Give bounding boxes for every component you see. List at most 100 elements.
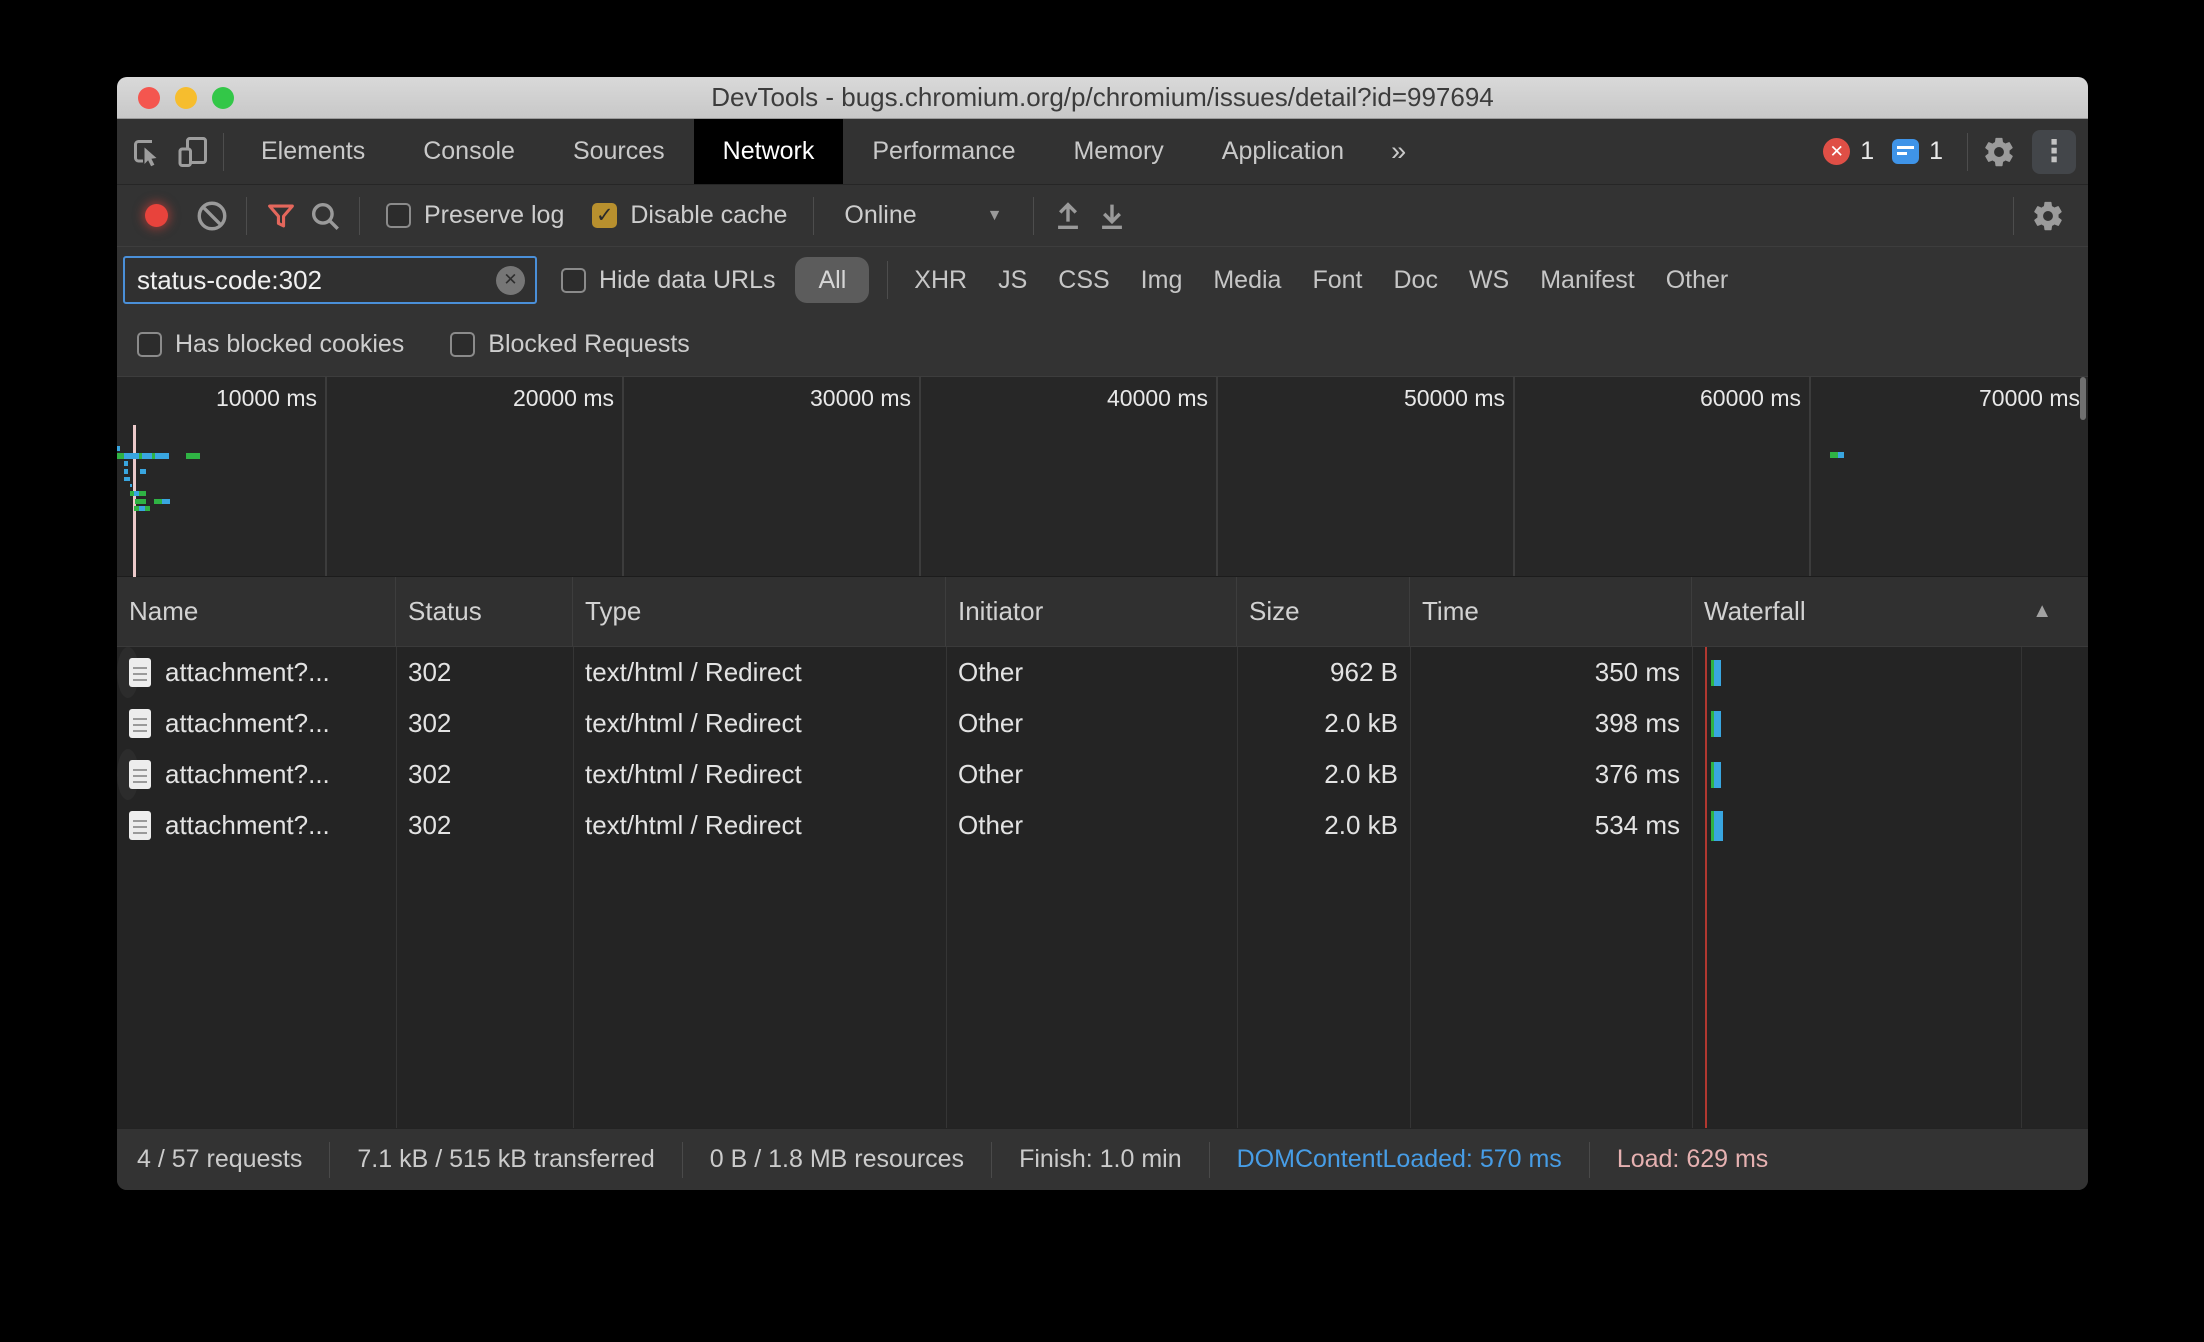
search-button[interactable] — [303, 199, 347, 233]
tab-console[interactable]: Console — [394, 119, 544, 184]
overview-request-bar — [135, 499, 146, 504]
network-overview-timeline[interactable]: 10000 ms 20000 ms 30000 ms 40000 ms 50000 ms… — [117, 377, 2088, 577]
filter-type-ws[interactable]: WS — [1469, 266, 1509, 295]
title-bar: DevTools - bugs.chromium.org/p/chromium/… — [117, 77, 2088, 119]
request-name: attachment?... — [165, 708, 330, 738]
clear-network-log-button[interactable] — [190, 199, 234, 233]
error-badge[interactable]: ✕ 1 1 — [1823, 137, 1943, 166]
import-har-button[interactable] — [1046, 199, 1090, 233]
blocked-requests-label: Blocked Requests — [488, 330, 690, 358]
column-divider[interactable] — [946, 647, 947, 1128]
blocked-requests-checkbox[interactable] — [450, 332, 476, 357]
funnel-icon — [268, 204, 294, 227]
preserve-log-checkbox[interactable] — [386, 203, 411, 228]
toggle-device-toolbar-button[interactable] — [169, 119, 215, 184]
tab-elements[interactable]: Elements — [232, 119, 394, 184]
disable-cache-control[interactable]: ✓ Disable cache — [592, 201, 787, 230]
overview-scrollbar-thumb[interactable] — [2080, 377, 2086, 420]
filter-type-manifest[interactable]: Manifest — [1540, 266, 1634, 295]
toolbar-separator-4 — [1032, 196, 1034, 235]
column-header-status[interactable]: Status — [396, 577, 573, 646]
tab-memory[interactable]: Memory — [1044, 119, 1192, 184]
filter-type-other[interactable]: Other — [1666, 266, 1729, 295]
has-blocked-cookies-control[interactable]: Has blocked cookies — [137, 330, 404, 359]
devtools-tab-bar: Elements Console Sources Network Perform… — [117, 119, 2088, 185]
table-row[interactable]: attachment?... 302 text/html / Redirect … — [117, 698, 2088, 749]
filter-type-doc[interactable]: Doc — [1393, 266, 1437, 295]
column-divider[interactable] — [1692, 647, 1693, 1128]
has-blocked-cookies-checkbox[interactable] — [137, 332, 162, 357]
filter-type-all[interactable]: All — [795, 257, 870, 303]
export-har-button[interactable] — [1090, 199, 1134, 233]
hide-data-urls-control[interactable]: Hide data URLs — [561, 266, 775, 295]
waterfall-bar[interactable] — [1711, 660, 1721, 686]
column-header-waterfall[interactable]: Waterfall ▲ — [1692, 577, 2088, 646]
column-header-time[interactable]: Time — [1410, 577, 1692, 646]
waterfall-bar[interactable] — [1711, 711, 1721, 737]
waterfall-bar[interactable] — [1711, 762, 1721, 788]
clear-filter-button[interactable]: ✕ — [496, 265, 525, 295]
tab-sources[interactable]: Sources — [544, 119, 694, 184]
column-divider[interactable] — [396, 647, 397, 1128]
overview-request-bar — [124, 477, 130, 481]
network-settings-button[interactable] — [2026, 199, 2070, 233]
overview-request-bar — [124, 461, 128, 466]
gear-icon — [1985, 137, 2013, 166]
column-header-initiator[interactable]: Initiator — [946, 577, 1237, 646]
settings-button[interactable] — [1976, 135, 2022, 169]
preserve-log-control[interactable]: Preserve log — [386, 201, 564, 230]
request-status: 302 — [408, 657, 452, 687]
timeline-gridline — [1809, 377, 1811, 576]
timeline-tick-label: 30000 ms — [809, 385, 911, 411]
filter-type-img[interactable]: Img — [1141, 266, 1183, 295]
request-size: 962 B — [1330, 657, 1398, 687]
record-network-log-button[interactable] — [145, 204, 168, 227]
column-divider[interactable] — [1410, 647, 1411, 1128]
table-row[interactable]: attachment?... 302 text/html / Redirect … — [117, 647, 1680, 698]
tabbar-separator-2 — [1967, 132, 1968, 171]
upload-arrow-icon — [1057, 201, 1078, 229]
overview-request-bar — [124, 469, 128, 474]
filter-type-xhr[interactable]: XHR — [914, 266, 967, 295]
filter-type-media[interactable]: Media — [1213, 266, 1281, 295]
requests-summary: 4 / 57 requests — [137, 1145, 303, 1173]
resource-type-filters: XHR JS CSS Img Media Font Doc WS Manifes… — [914, 266, 1728, 295]
tab-performance[interactable]: Performance — [843, 119, 1044, 184]
request-type: text/html / Redirect — [585, 657, 802, 687]
disable-cache-checkbox[interactable]: ✓ — [592, 203, 618, 228]
filter-type-js[interactable]: JS — [998, 266, 1027, 295]
column-divider[interactable] — [573, 647, 574, 1128]
column-header-size[interactable]: Size — [1237, 577, 1410, 646]
waterfall-bar[interactable] — [1711, 811, 1723, 841]
three-dots-icon: ⋮ — [2039, 135, 2069, 168]
inspect-element-button[interactable] — [123, 119, 169, 184]
overview-request-bar — [1830, 452, 1838, 458]
filter-type-css[interactable]: CSS — [1058, 266, 1109, 295]
request-size: 2.0 kB — [1324, 810, 1398, 840]
document-icon — [129, 709, 151, 738]
request-waterfall-cell — [1692, 698, 2088, 749]
hide-data-urls-checkbox[interactable] — [561, 267, 586, 293]
timeline-tick-label: 50000 ms — [1403, 385, 1505, 411]
issues-icon — [1892, 139, 1920, 164]
table-row[interactable]: attachment?... 302 text/html / Redirect … — [117, 749, 1680, 800]
tab-network[interactable]: Network — [693, 119, 844, 184]
table-row[interactable]: attachment?... 302 text/html / Redirect … — [117, 800, 2088, 851]
filter-query: status-code:302 — [137, 264, 323, 295]
tab-application[interactable]: Application — [1193, 119, 1373, 184]
more-tabs-button[interactable]: » — [1373, 119, 1424, 184]
overview-request-bar — [1838, 452, 1844, 458]
filter-input[interactable]: status-code:302 ✕ — [123, 256, 537, 304]
timeline-tick-label: 60000 ms — [1699, 385, 1801, 411]
column-divider[interactable] — [1237, 647, 1238, 1128]
throttling-dropdown[interactable]: Online ▼ — [844, 201, 1002, 230]
toolbar-separator-5 — [2013, 196, 2014, 235]
column-header-name[interactable]: Name — [117, 577, 396, 646]
customize-devtools-button[interactable]: ⋮ — [2032, 129, 2076, 174]
column-header-type[interactable]: Type — [573, 577, 946, 646]
blocked-requests-control[interactable]: Blocked Requests — [450, 330, 690, 359]
request-initiator: Other — [958, 810, 1024, 840]
request-type: text/html / Redirect — [585, 810, 802, 840]
filter-toggle-button[interactable] — [259, 199, 303, 233]
filter-type-font[interactable]: Font — [1312, 266, 1362, 295]
